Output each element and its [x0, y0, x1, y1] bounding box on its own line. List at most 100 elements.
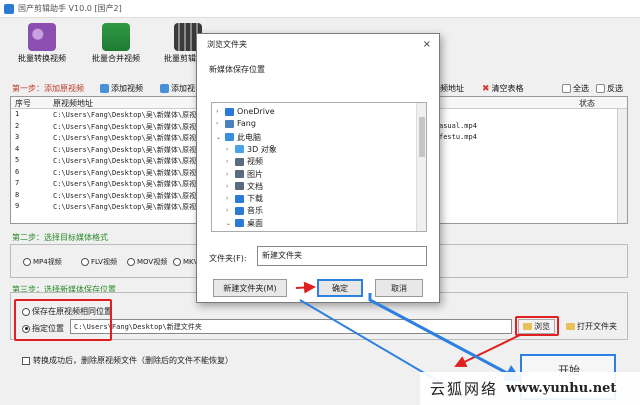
clear-x-icon: ✖ [482, 83, 490, 94]
col-status: 状态 [579, 99, 595, 108]
row-index: 8 [15, 190, 20, 199]
download-icon [235, 194, 244, 203]
computer-icon [225, 133, 234, 142]
col-path: 原视频地址 [53, 99, 93, 108]
window-title: 国产剪辑助手 V10.0 [国产2] [18, 4, 122, 13]
image-icon [235, 170, 244, 178]
invert-button[interactable]: 反选 [596, 83, 623, 94]
table-scrollbar[interactable] [617, 109, 627, 223]
checkbox-icon [596, 84, 605, 93]
folder-name-input[interactable]: 新建文件夹 [257, 246, 427, 266]
watermark-url: www.yunhu.net [506, 381, 617, 396]
delete-original-checkbox[interactable]: 转换成功后，删除原视频文件（删除后的文件不能恢复） [22, 355, 233, 366]
tree-item[interactable]: › OneDrive [216, 107, 275, 116]
music-icon [235, 206, 244, 215]
row-index: 7 [15, 179, 20, 187]
format-mp4-radio[interactable]: MP4视频 [23, 257, 62, 267]
expand-arrow-icon[interactable]: ⌄ [226, 220, 232, 227]
tree-scrollbar[interactable] [416, 103, 426, 231]
add-folder-button[interactable]: 添加视 [160, 83, 195, 94]
dialog-title: 浏览文件夹 [207, 39, 247, 49]
select-all-button[interactable]: 全选 [562, 83, 589, 94]
cube-icon [235, 145, 244, 154]
open-folder-label: 打开文件夹 [577, 322, 617, 331]
annotation-box-location [14, 299, 112, 341]
expand-arrow-icon[interactable]: › [216, 120, 222, 127]
close-icon[interactable]: × [423, 39, 431, 50]
tree-item-label: 桌面 [247, 218, 263, 228]
format-flv-radio[interactable]: FLV视频 [81, 257, 117, 267]
add-video-button[interactable]: 添加视频 [100, 83, 143, 94]
checkbox-icon [562, 84, 571, 93]
format-flv-label: FLV视频 [91, 258, 117, 266]
batch-convert-label: 批量转换视频 [18, 54, 66, 63]
expand-arrow-icon[interactable]: › [226, 183, 232, 190]
tree-item[interactable]: › 3D 对象 [226, 144, 277, 155]
step2-label: 第二步：选择目标媒体格式 [12, 233, 108, 242]
radio-circle [173, 258, 181, 266]
row-index: 3 [15, 133, 20, 141]
batch-convert-button[interactable]: 批量转换视频 [14, 20, 70, 72]
format-mov-radio[interactable]: MOV视频 [127, 257, 167, 267]
film-reel-icon [28, 23, 56, 51]
tree-item[interactable]: › 视频 [226, 156, 263, 167]
row-index: 2 [15, 121, 20, 130]
desktop-icon [235, 219, 244, 228]
watermark: 云狐网络 www.yunhu.net [420, 372, 640, 405]
address-button[interactable]: 频地址 [440, 83, 464, 94]
expand-arrow-icon[interactable]: › [226, 195, 232, 202]
annotation-box-browse [515, 316, 559, 336]
ok-button[interactable]: 确定 [317, 279, 363, 297]
radio-circle [127, 258, 135, 266]
tree-item[interactable]: › 音乐 [226, 205, 263, 216]
merge-icon [102, 23, 130, 51]
col-index: 序号 [15, 99, 31, 108]
expand-arrow-icon[interactable]: › [226, 158, 232, 165]
open-folder-button[interactable]: 打开文件夹 [562, 319, 621, 334]
checkbox-box [22, 356, 30, 365]
tree-item-label: Fang [237, 119, 256, 129]
format-mov-label: MOV视频 [137, 258, 168, 266]
tree-item-label: 图片 [247, 169, 263, 179]
folder-tree[interactable]: › OneDrive › Fang ⌄ 此电脑 › 3D 对象 › 视频 › 图片 › 文档 › 下载 › 音乐 ⌄… [211, 102, 427, 232]
radio-circle [81, 258, 89, 266]
row-index: 1 [15, 110, 20, 118]
batch-merge-button[interactable]: 批量合并视频 [88, 20, 144, 72]
add-video-label: 添加视频 [111, 84, 143, 93]
tree-item[interactable]: › Fang [216, 119, 256, 128]
expand-arrow-icon[interactable]: › [226, 146, 232, 153]
row-index: 4 [15, 144, 20, 153]
tree-item[interactable]: › 图片 [226, 169, 263, 180]
cancel-button[interactable]: 取消 [375, 279, 423, 297]
tree-item[interactable]: ⌄ 桌面 [226, 218, 263, 229]
batch-merge-label: 批量合并视频 [92, 54, 140, 63]
tree-item-label: 视频 [247, 157, 263, 167]
cloud-icon [225, 107, 234, 116]
new-folder-button[interactable]: 新建文件夹(M) [213, 279, 287, 297]
row-index: 6 [15, 167, 20, 176]
document-icon [235, 182, 244, 191]
tree-item[interactable]: › 下载 [226, 193, 263, 204]
expand-arrow-icon[interactable]: › [216, 108, 222, 115]
step1-label: 第一步：添加原视频 [12, 84, 84, 93]
row-index: 9 [15, 202, 20, 210]
watermark-brand: 云狐网络 [430, 380, 499, 398]
clear-table-label: 清空表格 [491, 84, 524, 93]
expand-arrow-icon[interactable]: ⌄ [216, 134, 222, 141]
invert-label: 反选 [607, 84, 623, 93]
film-icon [160, 84, 169, 93]
browse-folder-dialog: 浏览文件夹 × 新媒体保存位置 › OneDrive › Fang ⌄ 此电脑 › 3D 对象… [196, 33, 440, 303]
add-folder-label: 添加视 [171, 84, 195, 93]
tree-item-label: 3D 对象 [247, 144, 277, 154]
clear-table-button[interactable]: ✖ 清空表格 [482, 83, 524, 94]
tree-item-label: 文档 [247, 181, 263, 191]
scroll-thumb[interactable] [419, 117, 425, 157]
tree-item[interactable]: › 文档 [226, 181, 263, 192]
expand-arrow-icon[interactable]: › [226, 171, 232, 178]
expand-arrow-icon[interactable]: › [226, 207, 232, 214]
tree-item-label: OneDrive [237, 107, 275, 116]
row-filename: asual.mp4 [439, 121, 477, 130]
save-path-input[interactable]: C:\Users\Fang\Desktop\新建文件夹 [70, 319, 512, 334]
radio-circle [23, 258, 31, 266]
tree-item[interactable]: ⌄ 此电脑 [216, 132, 261, 143]
